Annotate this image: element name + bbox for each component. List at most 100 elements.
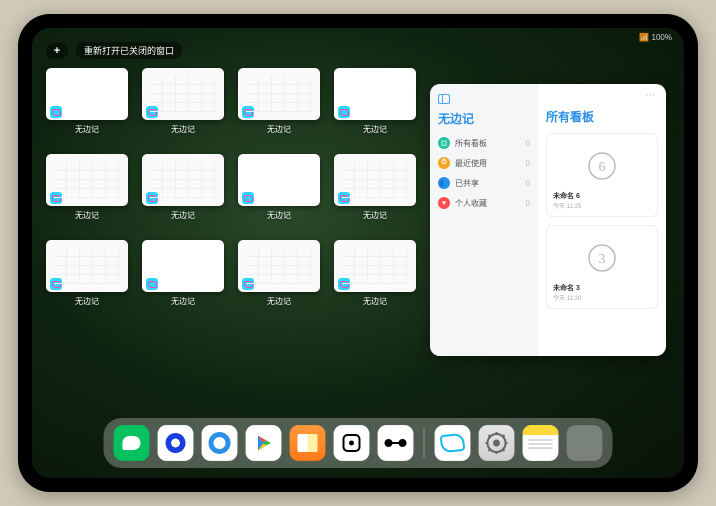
window-thumb [238,240,320,292]
sidebar-item-label: 所有看板 [455,138,487,149]
sidebar-item-label: 个人收藏 [455,198,487,209]
app-window[interactable]: 无边记 [46,68,128,138]
window-thumb [46,240,128,292]
freeform-badge-icon [50,106,62,118]
dock-separator [424,428,425,458]
window-thumb [142,240,224,292]
freeform-panel[interactable]: 无边记 ◻ 所有看板 0 ⏱ 最近使用 0 👥 已共享 0 ♥ 个人收藏 0 ⋯ 所有看板 6 未命名 … [430,84,666,356]
window-label: 无边记 [363,124,387,135]
sidebar-list: ◻ 所有看板 0 ⏱ 最近使用 0 👥 已共享 0 ♥ 个人收藏 0 [438,133,530,213]
freeform-content: ⋯ 所有看板 6未命名 6今天 11:253未命名 3今天 11:20 [538,84,666,356]
freeform-badge-icon [146,278,158,290]
top-bar: + 重新打开已关闭的窗口 [46,42,182,59]
sidebar-item-count: 0 [526,199,530,208]
window-thumb [142,154,224,206]
connect-icon[interactable] [378,425,414,461]
freeform-badge-icon [146,192,158,204]
window-label: 无边记 [267,124,291,135]
window-label: 无边记 [75,296,99,307]
window-thumb [46,68,128,120]
board-subtitle: 今天 11:20 [553,293,581,302]
settings-icon[interactable] [479,425,515,461]
window-label: 无边记 [363,210,387,221]
freeform-badge-icon [242,106,254,118]
sidebar-item[interactable]: ♥ 个人收藏 0 [438,193,530,213]
sidebar-item-icon: ⏱ [438,157,450,169]
sidebar-title: 无边记 [438,110,530,127]
freeform-badge-icon [146,106,158,118]
sidebar-item-icon: 👥 [438,177,450,189]
qq-browser-icon[interactable] [202,425,238,461]
freeform-icon[interactable] [435,425,471,461]
freeform-badge-icon [242,278,254,290]
books-icon[interactable] [290,425,326,461]
freeform-badge-icon [338,106,350,118]
sidebar-item-icon: ♥ [438,197,450,209]
freeform-badge-icon [50,192,62,204]
window-label: 无边记 [75,124,99,135]
app-window[interactable]: 无边记 [334,154,416,224]
window-thumb [142,68,224,120]
dice-icon[interactable] [334,425,370,461]
window-label: 无边记 [75,210,99,221]
wechat-icon[interactable] [114,425,150,461]
window-thumb [238,68,320,120]
window-thumb [334,154,416,206]
ipad-frame: 📶 100% + 重新打开已关闭的窗口 无边记无边记无边记无边记无边记无边记无边… [18,14,698,492]
app-window[interactable]: 无边记 [238,68,320,138]
board-title: 未命名 6 [553,191,580,201]
app-window[interactable]: 无边记 [334,240,416,310]
app-window[interactable]: 无边记 [238,154,320,224]
sidebar-item[interactable]: ⏱ 最近使用 0 [438,153,530,173]
board-cards: 6未命名 6今天 11:253未命名 3今天 11:20 [546,133,658,309]
freeform-badge-icon [50,278,62,290]
sidebar-item-label: 已共享 [455,178,479,189]
freeform-badge-icon [338,192,350,204]
board-card[interactable]: 6未命名 6今天 11:25 [546,133,658,217]
window-thumb [46,154,128,206]
window-thumb [238,154,320,206]
app-window[interactable]: 无边记 [142,154,224,224]
board-card[interactable]: 3 未命名 3今天 11:20 [546,225,658,309]
hd-browser-icon[interactable] [158,425,194,461]
board-thumb: 6 [553,140,651,191]
window-label: 无边记 [363,296,387,307]
sidebar-item-icon: ◻ [438,137,450,149]
board-title: 未命名 3 [553,283,580,293]
window-thumb [334,68,416,120]
sidebar-item-label: 最近使用 [455,158,487,169]
app-window[interactable]: 无边记 [238,240,320,310]
sidebar-item-count: 0 [526,159,530,168]
dock [104,418,613,468]
freeform-sidebar: 无边记 ◻ 所有看板 0 ⏱ 最近使用 0 👥 已共享 0 ♥ 个人收藏 0 [430,84,538,356]
sidebar-item[interactable]: ◻ 所有看板 0 [438,133,530,153]
more-icon[interactable]: ⋯ [645,90,656,101]
wifi-icon: 📶 [639,33,649,42]
sidebar-item-count: 0 [526,139,530,148]
freeform-badge-icon [338,278,350,290]
freeform-badge-icon [242,192,254,204]
window-label: 无边记 [267,210,291,221]
window-label: 无边记 [267,296,291,307]
new-window-button[interactable]: + [46,43,68,59]
app-window[interactable]: 无边记 [334,68,416,138]
status-right: 📶 100% [639,33,672,42]
svg-text:3: 3 [599,252,606,267]
app-window[interactable]: 无边记 [46,240,128,310]
sidebar-item[interactable]: 👥 已共享 0 [438,173,530,193]
window-label: 无边记 [171,210,195,221]
restore-closed-window-button[interactable]: 重新打开已关闭的窗口 [76,42,182,59]
app-window[interactable]: 无边记 [142,68,224,138]
battery-label: 100% [652,33,672,42]
app-window[interactable]: 无边记 [46,154,128,224]
window-thumb [334,240,416,292]
sidebar-item-count: 0 [526,179,530,188]
app-window[interactable]: 无边记 [142,240,224,310]
app-folder-icon[interactable] [567,425,603,461]
content-title: 所有看板 [546,108,658,125]
svg-text:6: 6 [599,160,606,175]
sidebar-toggle-icon[interactable] [438,94,450,104]
notes-icon[interactable] [523,425,559,461]
play-icon[interactable] [246,425,282,461]
window-label: 无边记 [171,296,195,307]
